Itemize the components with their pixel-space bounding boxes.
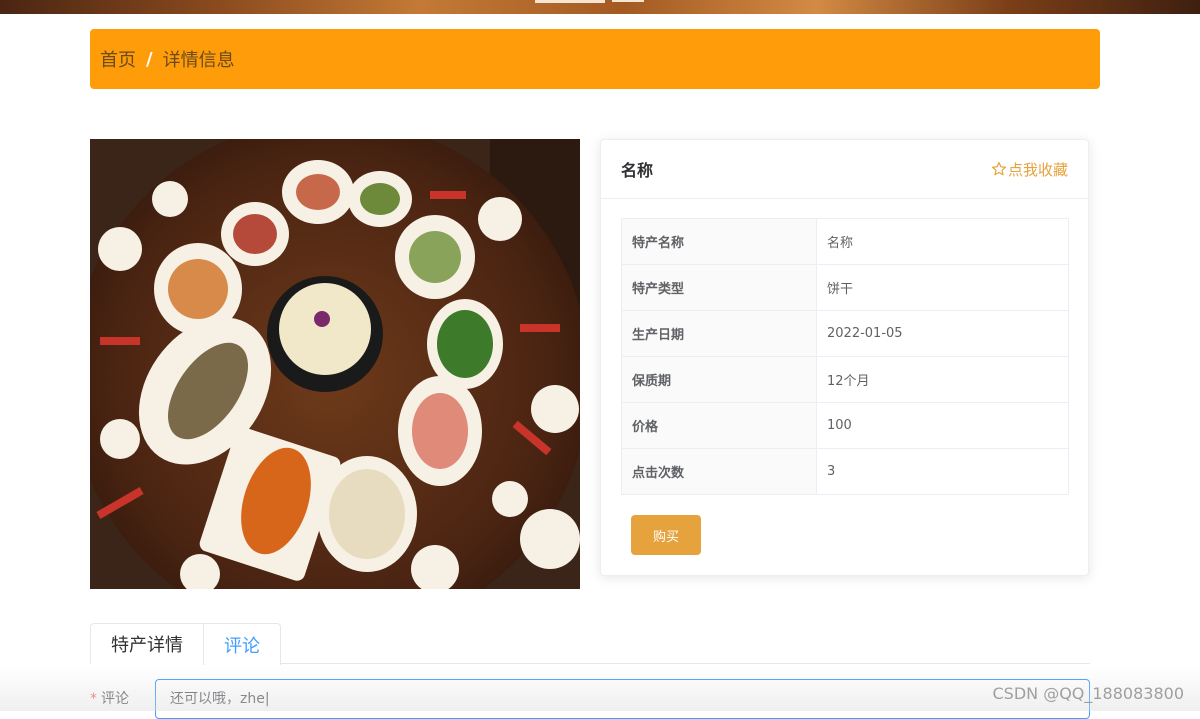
star-outline-icon — [991, 162, 1006, 176]
watermark: CSDN @QQ_188083800 — [992, 684, 1184, 703]
tab-product-details[interactable]: 特产详情 — [90, 623, 204, 664]
row-value: 饼干 — [816, 264, 1069, 311]
breadcrumb-home[interactable]: 首页 — [100, 46, 136, 72]
row-value: 100 — [816, 402, 1069, 449]
breadcrumb-current: 详情信息 — [162, 50, 235, 71]
row-label: 生产日期 — [621, 310, 817, 357]
row-value: 12个月 — [816, 356, 1069, 403]
tab-comments[interactable]: 评论 — [203, 623, 281, 665]
row-label: 特产名称 — [621, 218, 817, 265]
row-label: 价格 — [621, 402, 817, 449]
comment-text: 还可以哦，zhe| — [170, 691, 270, 707]
card-title: 名称 — [621, 161, 654, 180]
product-detail-card: 名称 点我收藏 特产名称 名称 特产类型 饼干 生产日期 2022-01-05 … — [600, 139, 1089, 576]
card-header: 名称 点我收藏 — [601, 140, 1088, 199]
product-image — [90, 139, 580, 589]
table-row: 生产日期 2022-01-05 — [621, 310, 1069, 357]
table-row: 点击次数 3 — [621, 448, 1069, 495]
detail-tabs: 特产详情 评论 — [90, 623, 1090, 665]
table-row: 价格 100 — [621, 402, 1069, 449]
breadcrumb-separator: / — [146, 48, 153, 70]
top-banner-image — [0, 0, 1200, 14]
required-mark: * — [90, 691, 97, 707]
favorite-button[interactable]: 点我收藏 — [991, 159, 1068, 180]
product-info-table: 特产名称 名称 特产类型 饼干 生产日期 2022-01-05 保质期 12个月… — [621, 218, 1069, 495]
table-row: 特产类型 饼干 — [621, 264, 1069, 311]
buy-button[interactable]: 购买 — [631, 515, 701, 555]
row-label: 保质期 — [621, 356, 817, 403]
table-row: 特产名称 名称 — [621, 218, 1069, 265]
row-value: 名称 — [816, 218, 1069, 265]
row-value: 3 — [816, 448, 1069, 495]
comment-input[interactable]: 还可以哦，zhe| — [155, 679, 1090, 719]
comment-label-text: 评论 — [101, 691, 129, 707]
favorite-label: 点我收藏 — [1007, 160, 1068, 179]
row-label: 特产类型 — [621, 264, 817, 311]
comment-label: * 评论 — [90, 688, 129, 708]
row-value: 2022-01-05 — [816, 310, 1069, 357]
table-row: 保质期 12个月 — [621, 356, 1069, 403]
row-label: 点击次数 — [621, 448, 817, 495]
breadcrumb: 首页 / 详情信息 — [90, 29, 1100, 89]
